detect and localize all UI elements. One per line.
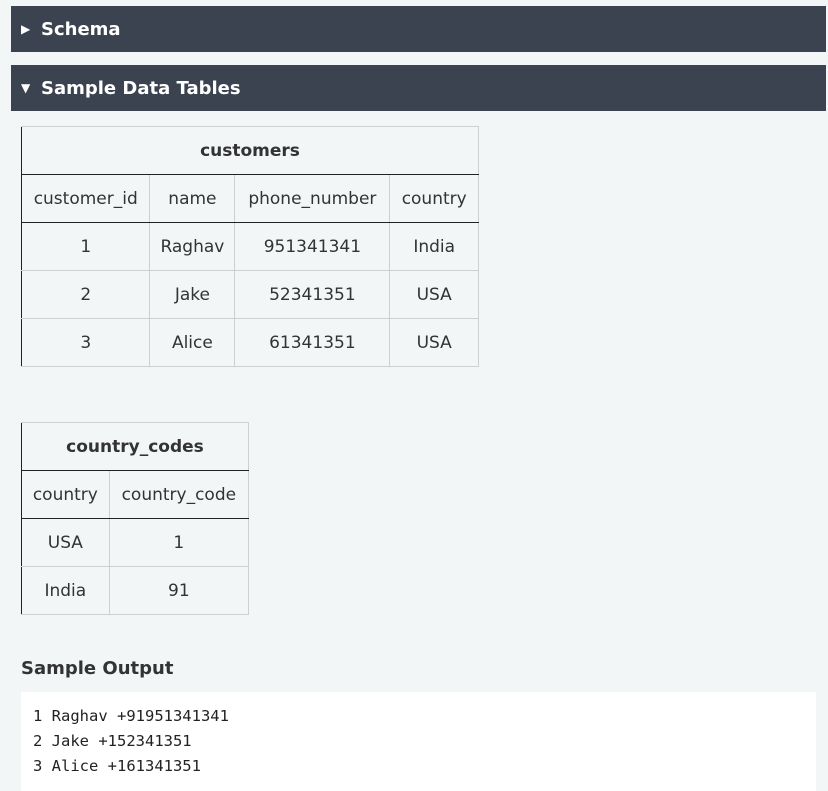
sample-data-tables-label: Sample Data Tables [41,77,241,99]
table-cell: USA [389,318,479,367]
table-row: 2 Jake 52341351 USA [21,270,479,319]
table-cell: India [21,566,110,615]
column-header: country [21,470,110,519]
table-cell: 951341341 [234,222,391,271]
output-line: 2 Jake +152341351 [33,732,192,750]
table-cell: 61341351 [234,318,391,367]
table-cell: 91 [108,566,250,615]
table-cell: USA [389,270,479,319]
table-row: India 91 [21,566,250,615]
column-header: country [389,174,479,223]
schema-section-toggle[interactable]: ▶ Schema [11,6,826,52]
triangle-down-icon: ▼ [21,81,31,95]
sample-output-heading: Sample Output [21,658,174,679]
table-cell: India [389,222,479,271]
table-cell: 3 [21,318,151,367]
output-line: 1 Raghav +91951341341 [33,707,229,725]
table-title: country_codes [21,422,249,471]
table-row: USA 1 [21,518,250,567]
table-row: 1 Raghav 951341341 India [21,222,479,271]
column-header: customer_id [21,174,151,223]
schema-section-label: Schema [41,18,121,40]
table-cell: 1 [108,518,250,567]
sample-output-block: 1 Raghav +91951341341 2 Jake +152341351 … [21,692,816,791]
table-cell: Alice [149,318,236,367]
table-cell: Raghav [149,222,236,271]
sample-data-tables-section-toggle[interactable]: ▼ Sample Data Tables [11,65,826,111]
column-header: name [149,174,236,223]
output-line: 3 Alice +161341351 [33,757,201,775]
table-cell: 1 [21,222,151,271]
table-cell: 52341351 [234,270,391,319]
table-cell: Jake [149,270,236,319]
country-codes-table: country_codes country country_code USA 1… [21,422,250,615]
table-title: customers [21,126,479,175]
column-header: phone_number [234,174,391,223]
customers-table: customers customer_id name phone_number … [21,126,479,367]
table-cell: 2 [21,270,151,319]
triangle-right-icon: ▶ [21,22,31,36]
table-row: 3 Alice 61341351 USA [21,318,479,367]
column-header: country_code [108,470,250,519]
table-cell: USA [21,518,110,567]
